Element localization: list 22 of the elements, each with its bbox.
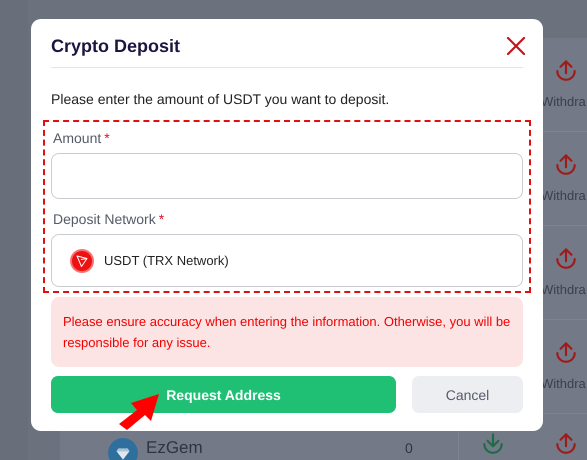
warning-message: Please ensure accuracy when entering the information. Otherwise, you will be responsible for any issue. bbox=[51, 297, 523, 367]
request-address-button[interactable]: Request Address bbox=[51, 376, 396, 413]
coin-logo-icon bbox=[108, 438, 138, 460]
cancel-button[interactable]: Cancel bbox=[412, 376, 523, 413]
dialog-title: Crypto Deposit bbox=[51, 36, 180, 56]
field-label: Amount bbox=[53, 130, 102, 146]
action-label[interactable]: Withdra bbox=[541, 376, 586, 391]
pointer-arrow-icon bbox=[117, 392, 161, 432]
coin-amount: 0 bbox=[405, 440, 413, 456]
network-select[interactable]: USDT (TRX Network) bbox=[51, 234, 523, 287]
required-mark: * bbox=[158, 211, 164, 227]
select-value: USDT (TRX Network) bbox=[104, 253, 229, 268]
action-label[interactable]: Withdra bbox=[541, 188, 586, 203]
coin-name: EzGem bbox=[146, 438, 203, 458]
instruction-text: Please enter the amount of USDT you want to deposit. bbox=[51, 91, 390, 107]
field-label: Deposit Network bbox=[53, 211, 156, 227]
amount-input[interactable] bbox=[51, 153, 523, 199]
coin-icon bbox=[70, 248, 94, 272]
action-label[interactable]: Withdra bbox=[541, 282, 586, 297]
action-label[interactable]: Withdra bbox=[541, 94, 586, 109]
close-button[interactable] bbox=[505, 35, 527, 57]
required-mark: * bbox=[104, 130, 110, 146]
